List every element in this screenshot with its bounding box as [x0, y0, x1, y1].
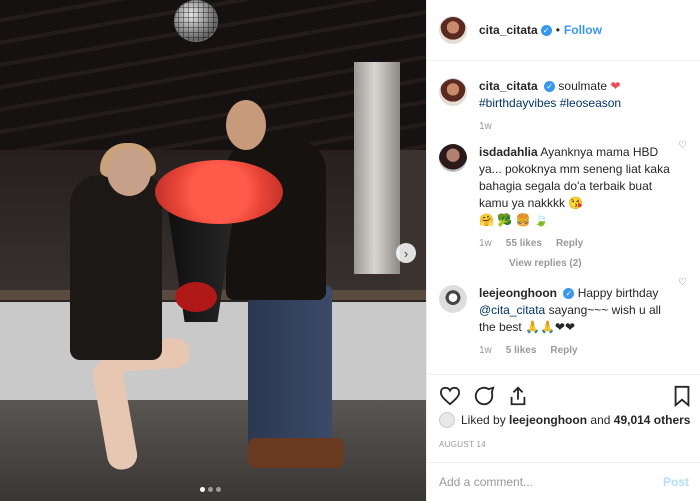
comment-meta: 1w 55 likes Reply: [479, 238, 675, 249]
caption: cita_citata ✓ soulmate ❤ #birthdayvibes …: [427, 62, 700, 132]
post-date[interactable]: AUGUST 14: [439, 440, 486, 449]
comment-like-icon[interactable]: ♡: [678, 277, 687, 288]
carousel-dot: [216, 487, 221, 492]
comment-time[interactable]: 1w: [479, 345, 492, 356]
photo-woman-head: [107, 148, 151, 196]
comment-emoji-line: 🤗 🥦 🍔 🍃: [479, 213, 549, 227]
comment-username[interactable]: isdadahlia: [479, 145, 538, 159]
heart-outline-icon: [439, 386, 461, 406]
comment-button[interactable]: [473, 385, 495, 407]
carousel-dots: [200, 487, 221, 492]
heart-emoji: ❤: [610, 79, 621, 93]
view-replies-button[interactable]: View replies (2): [479, 258, 675, 269]
likes-user[interactable]: leejeonghoon: [509, 413, 587, 427]
reply-button[interactable]: Reply: [556, 238, 583, 249]
photo-man-legs: [248, 285, 332, 460]
share-button[interactable]: [507, 385, 529, 407]
comment-body: Happy birthday: [577, 286, 659, 300]
photo-pillar: [354, 62, 400, 274]
verified-badge-icon: ✓: [540, 24, 552, 36]
add-comment-input[interactable]: [427, 475, 647, 489]
caption-time[interactable]: 1w: [479, 121, 492, 132]
comment-item: isdadahlia Ayanknya mama HBD ya... pokok…: [427, 132, 700, 269]
photo-man-head: [226, 100, 266, 150]
likes-text: Liked by leejeonghoon and 49,014 others: [461, 413, 690, 427]
comment-emoji: 🙏🙏❤❤: [525, 320, 576, 334]
comment-text: leejeonghoon ✓ Happy birthday @cita_cita…: [479, 285, 675, 336]
header-username[interactable]: cita_citata: [479, 23, 538, 37]
comment-icon: [474, 386, 495, 406]
avatar[interactable]: [439, 16, 467, 44]
comment-likes[interactable]: 55 likes: [506, 238, 542, 249]
photo-woman: [70, 175, 162, 360]
action-bar: [427, 374, 700, 412]
comment-meta: 1w 5 likes Reply: [479, 345, 675, 356]
comment-likes[interactable]: 5 likes: [506, 345, 537, 356]
photo-man-shoes: [248, 438, 344, 468]
carousel-dot: [208, 487, 213, 492]
comment-emoji: 😘: [568, 196, 584, 210]
comment-like-icon[interactable]: ♡: [678, 140, 687, 151]
likes-summary: Liked by leejeonghoon and 49,014 others: [439, 412, 690, 428]
photo-floor: [0, 400, 426, 501]
follow-button[interactable]: Follow: [564, 23, 602, 37]
reply-button[interactable]: Reply: [550, 345, 577, 356]
disco-ball: [174, 0, 218, 42]
caption-hashtags[interactable]: #birthdayvibes #leoseason: [479, 96, 621, 110]
caption-meta: 1w: [479, 121, 675, 132]
avatar[interactable]: [439, 412, 455, 428]
comment-time[interactable]: 1w: [479, 238, 492, 249]
share-icon: [510, 386, 526, 406]
likes-count[interactable]: 49,014 others: [614, 413, 691, 427]
rose-bouquet: [155, 160, 283, 224]
bookmark-icon: [674, 385, 690, 407]
post-header: cita_citata ✓ • Follow: [427, 0, 700, 61]
likes-prefix: Liked by: [461, 413, 506, 427]
save-button[interactable]: [671, 385, 693, 407]
bouquet-ribbon: [175, 282, 217, 312]
post-button[interactable]: Post: [663, 475, 689, 489]
carousel-dot-active: [200, 487, 205, 492]
caption-username[interactable]: cita_citata: [479, 79, 538, 93]
caption-body: soulmate: [558, 79, 608, 93]
caption-text: cita_citata ✓ soulmate ❤ #birthdayvibes …: [479, 78, 675, 112]
comments-list: cita_citata ✓ soulmate ❤ #birthdayvibes …: [427, 62, 700, 374]
post-photo[interactable]: ›: [0, 0, 426, 501]
avatar[interactable]: [439, 144, 467, 172]
header-separator: •: [555, 23, 560, 37]
chevron-right-icon: ›: [403, 245, 409, 261]
comment-mention[interactable]: @cita_citata: [479, 303, 545, 317]
like-button[interactable]: [439, 385, 461, 407]
post-sidebar: cita_citata ✓ • Follow cita_citata ✓ sou…: [426, 0, 700, 501]
avatar[interactable]: [439, 285, 467, 313]
comment-username[interactable]: leejeonghoon: [479, 286, 557, 300]
add-comment-bar: Post: [427, 462, 700, 501]
comment-text: isdadahlia Ayanknya mama HBD ya... pokok…: [479, 144, 675, 229]
comment-item: leejeonghoon ✓ Happy birthday @cita_cita…: [427, 269, 700, 356]
likes-middle: and: [590, 413, 611, 427]
verified-badge-icon: ✓: [563, 288, 575, 300]
carousel-next-button[interactable]: ›: [396, 243, 416, 263]
verified-badge-icon: ✓: [544, 81, 556, 93]
avatar[interactable]: [439, 78, 467, 106]
header-user: cita_citata ✓ • Follow: [479, 23, 602, 37]
